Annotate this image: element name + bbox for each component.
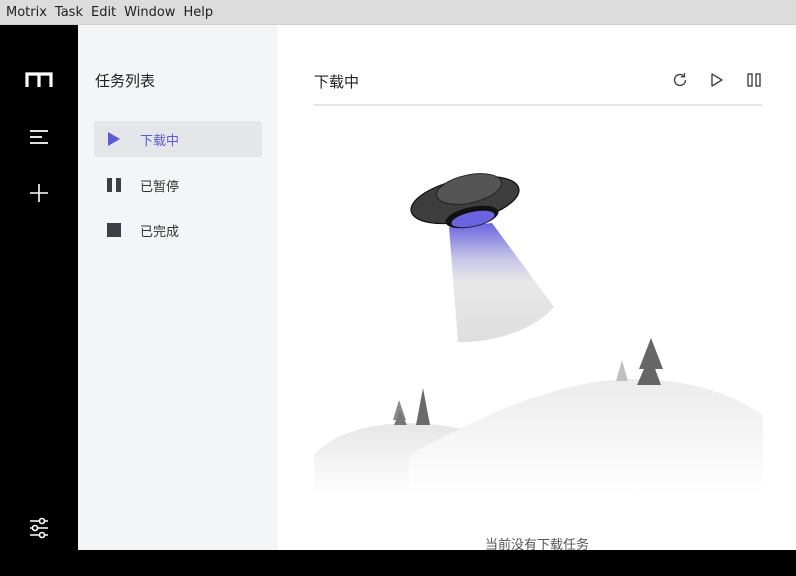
nav-item-label: 已暂停 xyxy=(140,179,180,195)
icon-rail xyxy=(0,25,78,550)
window-bottom-edge xyxy=(0,550,796,576)
task-toolbar xyxy=(669,69,764,90)
nav-item-label: 下载中 xyxy=(140,133,180,149)
page-title: 下载中 xyxy=(314,73,360,91)
resume-all-icon[interactable] xyxy=(706,69,727,90)
nav-item-paused[interactable]: 已暂停 xyxy=(94,167,262,203)
panel-title: 任务列表 xyxy=(95,72,156,90)
empty-state-illustration xyxy=(314,173,763,495)
pause-icon xyxy=(106,177,122,193)
task-list-icon[interactable] xyxy=(24,122,54,152)
menu-edit[interactable]: Edit xyxy=(91,0,116,25)
task-list-panel: 任务列表 下载中 已暂停 已完成 xyxy=(78,25,278,550)
menu-window[interactable]: Window xyxy=(124,0,175,25)
add-task-icon[interactable] xyxy=(24,178,54,208)
stop-icon xyxy=(106,222,122,238)
nav-item-downloading[interactable]: 下载中 xyxy=(94,121,262,157)
menu-task[interactable]: Task xyxy=(55,0,83,25)
header-divider xyxy=(314,104,763,106)
menu-help[interactable]: Help xyxy=(183,0,213,25)
preferences-icon[interactable] xyxy=(24,513,54,543)
menu-motrix[interactable]: Motrix xyxy=(6,0,47,25)
nav-item-label: 已完成 xyxy=(140,224,180,240)
main-content: 下载中 当前没有下载任务 xyxy=(278,25,796,553)
pause-all-icon[interactable] xyxy=(743,69,764,90)
nav-item-completed[interactable]: 已完成 xyxy=(94,212,262,248)
play-icon xyxy=(106,131,122,147)
refresh-icon[interactable] xyxy=(669,69,690,90)
motrix-logo-icon[interactable] xyxy=(24,65,54,95)
menu-bar: Motrix Task Edit Window Help xyxy=(0,0,796,25)
